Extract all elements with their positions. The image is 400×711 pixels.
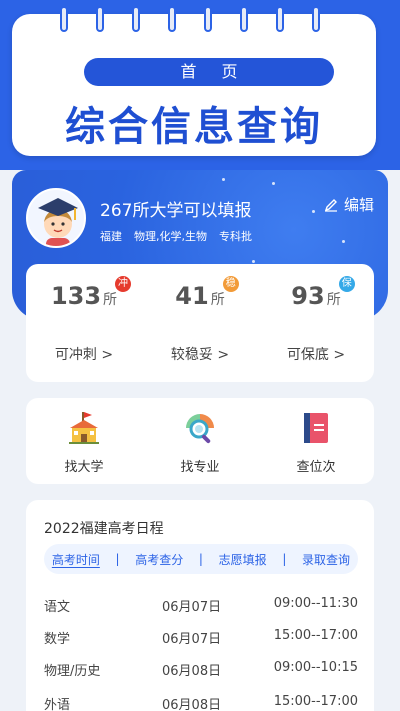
page-title: 综合信息查询 xyxy=(65,104,323,150)
schedule-title: 2022福建高考日程 xyxy=(44,521,164,537)
pencil-icon xyxy=(324,198,337,212)
tab-separator: | xyxy=(198,552,203,566)
university-icon xyxy=(69,412,99,444)
binder-ring xyxy=(132,6,140,32)
match-link[interactable]: 较稳妥 > xyxy=(142,344,258,364)
safety-count[interactable]: 93 所 保 xyxy=(258,276,374,310)
find-university-button[interactable]: 找大学 xyxy=(26,410,142,475)
tab-application[interactable]: 志愿填报 xyxy=(219,551,267,568)
exam-schedule-card: 2022福建高考日程 高考时间 | 高考查分 | 志愿填报 | 录取查询 语文 … xyxy=(26,500,374,711)
home-nav-label[interactable]: 首 页 xyxy=(84,58,334,86)
stats-card: 133 所 冲 41 所 稳 93 所 保 可冲刺 > 较稳妥 > 可保底 > xyxy=(26,264,374,382)
eligible-count-title: 267所大学可以填报 xyxy=(100,201,252,221)
check-rank-button[interactable]: 查位次 xyxy=(258,410,374,475)
find-university-label: 找大学 xyxy=(64,460,104,475)
header-card: 首 页 综合信息查询 xyxy=(12,6,376,156)
find-major-button[interactable]: 找专业 xyxy=(142,410,258,475)
tab-exam-time[interactable]: 高考时间 xyxy=(52,551,100,568)
safety-link[interactable]: 可保底 > xyxy=(258,344,374,364)
edit-label: 编辑 xyxy=(343,196,374,214)
tab-score-query[interactable]: 高考查分 xyxy=(135,551,183,568)
safety-badge: 保 xyxy=(338,276,355,292)
match-badge: 稳 xyxy=(222,276,239,292)
reach-link[interactable]: 可冲刺 > xyxy=(26,344,142,364)
student-avatar-icon xyxy=(38,198,78,246)
subjects-tag: 物理,化学,生物 xyxy=(134,230,207,243)
binder-ring xyxy=(240,6,248,32)
reach-count[interactable]: 133 所 冲 xyxy=(26,276,142,310)
binder-ring xyxy=(168,6,176,32)
binder-ring xyxy=(204,6,212,32)
province-tag: 福建 xyxy=(100,230,122,243)
binder-ring xyxy=(60,6,68,32)
tab-admission-query[interactable]: 录取查询 xyxy=(302,551,350,568)
binder-ring xyxy=(96,6,104,32)
schedule-tabs: 高考时间 | 高考查分 | 志愿填报 | 录取查询 xyxy=(44,544,358,574)
binder-ring xyxy=(312,6,320,32)
reach-badge: 冲 xyxy=(115,276,132,292)
match-count[interactable]: 41 所 稳 xyxy=(142,276,258,310)
batch-tag: 专科批 xyxy=(219,230,252,243)
profile-tags: 福建 物理,化学,生物 专科批 xyxy=(100,228,252,244)
avatar[interactable] xyxy=(26,188,86,248)
tools-card: 找大学 找专业 查位次 xyxy=(26,398,374,484)
check-rank-label: 查位次 xyxy=(296,460,336,475)
tab-separator: | xyxy=(115,552,120,566)
edit-button[interactable]: 编辑 xyxy=(324,194,374,215)
binder-ring xyxy=(276,6,284,32)
major-search-icon xyxy=(186,414,214,444)
rank-book-icon xyxy=(304,413,328,443)
find-major-label: 找专业 xyxy=(180,460,220,475)
tab-separator: | xyxy=(282,552,287,566)
